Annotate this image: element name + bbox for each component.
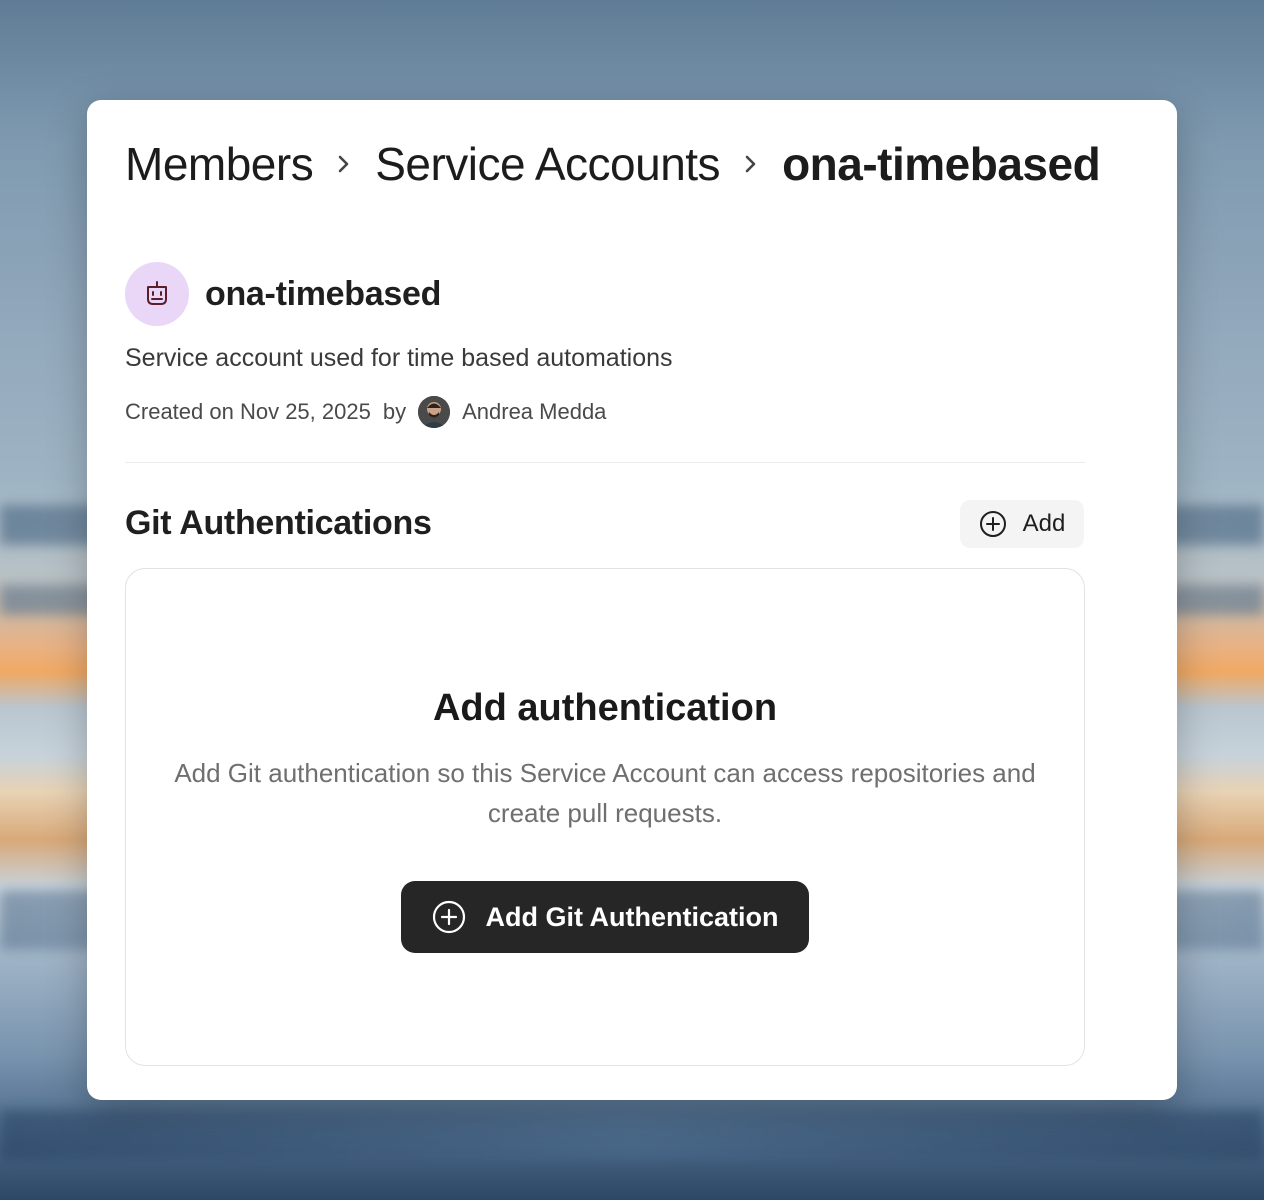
account-header: ona-timebased xyxy=(125,262,441,326)
section-divider xyxy=(125,462,1085,463)
creator-name[interactable]: Andrea Medda xyxy=(462,399,606,425)
created-by-label: by xyxy=(382,399,407,424)
empty-state-title: Add authentication xyxy=(432,687,778,729)
breadcrumb-service-accounts[interactable]: Service Accounts xyxy=(375,137,720,191)
primary-button-label: Add Git Authentication xyxy=(485,901,779,932)
account-description: Service account used for time based auto… xyxy=(125,344,673,372)
chevron-right-icon xyxy=(742,149,760,179)
plus-circle-icon xyxy=(432,900,466,934)
created-info: Created on Nov 25, 2025 by Andrea Medda xyxy=(125,396,606,428)
chevron-right-icon xyxy=(335,149,353,179)
add-git-authentication-button[interactable]: Add Git Authentication xyxy=(401,881,809,953)
breadcrumb-members[interactable]: Members xyxy=(125,137,314,191)
created-date: Created on Nov 25, 2025 xyxy=(125,399,371,424)
creator-avatar xyxy=(418,396,451,428)
service-account-avatar xyxy=(125,262,189,326)
add-git-auth-button[interactable]: Add xyxy=(960,500,1084,548)
git-authentications-title: Git Authentications xyxy=(125,504,432,542)
account-name: ona-timebased xyxy=(205,274,442,313)
robot-icon xyxy=(142,279,172,309)
service-account-card: Members Service Accounts ona-timebased o… xyxy=(87,100,1177,1100)
git-auth-empty-state: Add authentication Add Git authenticatio… xyxy=(125,568,1085,1066)
add-button-label: Add xyxy=(1022,510,1066,537)
breadcrumb: Members Service Accounts ona-timebased xyxy=(125,136,1101,192)
breadcrumb-current: ona-timebased xyxy=(782,138,1101,190)
empty-state-description: Add Git authentication so this Service A… xyxy=(174,758,1036,828)
background-streak xyxy=(0,1110,1264,1160)
plus-circle-icon xyxy=(979,510,1007,538)
